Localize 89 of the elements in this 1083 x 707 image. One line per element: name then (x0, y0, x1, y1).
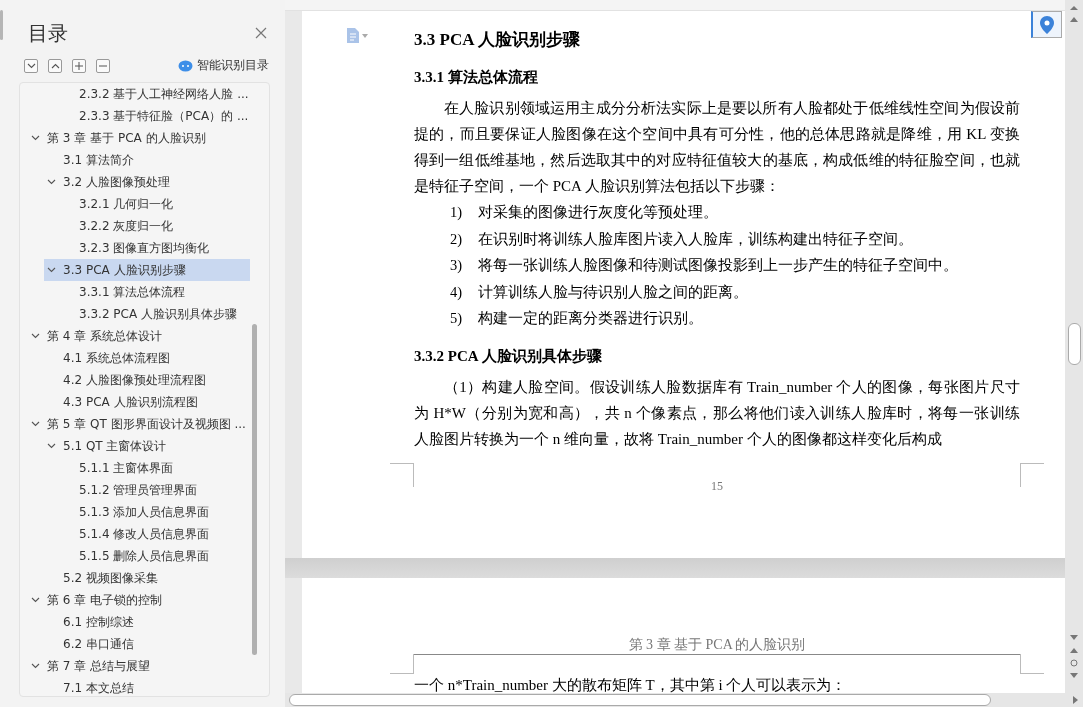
vertical-scrollbar[interactable] (1065, 0, 1083, 693)
chevron-down-icon (31, 663, 40, 669)
toc-item[interactable]: 5.1.4 修改人员信息界面 (60, 523, 250, 545)
smart-toc-button[interactable]: 智能识别目录 (178, 57, 269, 74)
list-item-text: 计算训练人脸与待识别人脸之间的距离。 (478, 282, 748, 302)
toc-item[interactable]: 第 5 章 QT 图形界面设计及视频图 ... (28, 413, 250, 435)
toc-item[interactable]: 3.2.2 灰度归一化 (60, 215, 250, 237)
subsection-heading: 3.3.1 算法总体流程 (414, 68, 539, 87)
collapse-all-button[interactable] (48, 58, 62, 73)
subsection-heading: 3.3.2 PCA 人脸识别具体步骤 (414, 346, 603, 366)
cloud-icon (178, 59, 193, 72)
location-button[interactable] (1031, 11, 1062, 38)
toc-item[interactable]: 5.1.3 添加人员信息界面 (60, 501, 250, 523)
toc-item[interactable]: 3.3.1 算法总体流程 (60, 281, 250, 303)
scroll-thumb[interactable] (1067, 323, 1081, 365)
add-level-button[interactable] (72, 58, 86, 73)
scroll-top-icon[interactable] (1070, 4, 1078, 10)
list-number: 5) (450, 309, 464, 328)
list-number: 3) (450, 256, 464, 275)
scroll-up-icon[interactable] (1070, 16, 1078, 22)
toc-item[interactable]: 3.2 人脸图像预处理 (44, 171, 250, 193)
toc-item[interactable]: 第 7 章 总结与展望 (28, 655, 250, 677)
toc-item[interactable]: 5.1.2 管理员管理界面 (60, 479, 250, 501)
list-number: 2) (450, 229, 464, 249)
list-number: 1) (450, 203, 464, 222)
toc-item[interactable]: 5.1.5 删除人员信息界面 (60, 545, 250, 567)
section-heading: 3.3 PCA 人脸识别步骤 (414, 29, 581, 51)
toc-item[interactable]: 3.2.3 图像直方图均衡化 (60, 237, 250, 259)
chevron-down-icon (26, 62, 36, 69)
document-menu-button[interactable] (347, 28, 368, 43)
list-item-text: 在识别时将训练人脸库图片读入人脸库，训练构建出特征子空间。 (478, 229, 913, 249)
horizontal-scrollbar[interactable] (285, 693, 1083, 707)
toc-item[interactable]: 5.1 QT 主窗体设计 (44, 435, 250, 457)
scroll-thumb[interactable] (0, 10, 3, 40)
document-icon (347, 28, 359, 43)
crop-mark (1020, 654, 1044, 674)
toc-item[interactable]: 5.1.1 主窗体界面 (60, 457, 250, 479)
toc-item[interactable]: 6.2 串口通信 (44, 633, 250, 655)
scroll-thumb[interactable] (289, 694, 991, 706)
toc-item[interactable]: 7.1 本文总结 (44, 677, 250, 696)
toc-item[interactable]: 3.1 算法简介 (44, 149, 250, 171)
scroll-right-icon[interactable] (1073, 696, 1079, 704)
list-number: 4) (450, 282, 464, 302)
toc-item[interactable]: 2.3.2 基于人工神经网络人脸 ... (60, 83, 250, 105)
chevron-down-icon (47, 443, 56, 449)
body-paragraph: 在人脸识别领域运用主成分分析法实际上是要以所有人脸都处于低维线性空间为假设前提的，而且要保证人脸图像在这个空间中具有可分性，他的总体思路就是降维，用 KL 变换得到一组低维基地，然后选取其中的对应特征值较大的基底，构成低维的特征脸空间，也就是特征子空间，一个 PCA 人脸识别算法包括以下步骤： (414, 99, 1020, 196)
chevron-up-icon (50, 62, 60, 69)
scroll-thumb[interactable] (252, 324, 257, 655)
toc-item[interactable]: 4.2 人脸图像预处理流程图 (44, 369, 250, 391)
toc-item[interactable]: 第 3 章 基于 PCA 的人脸识别 (28, 127, 250, 149)
page-number: 15 (710, 478, 724, 494)
crop-mark (390, 463, 414, 487)
next-page-icon[interactable] (1070, 673, 1078, 679)
body-paragraph: （1）构建人脸空间。假设训练人脸数据库有 Train_number 个人的图像，每张图片尺寸为 H*W（分别为宽和高），共 n 个像素点，那么将他们读入训练人脸库时，将每一张训练人脸图片转换为一个 n 维向量，故将 Train_number 个人的图像都这样变化后构成 (414, 377, 1020, 449)
list-item-text: 构建一定的距离分类器进行识别。 (478, 309, 703, 328)
toc-item[interactable]: 第 6 章 电子锁的控制 (28, 589, 250, 611)
toc-item[interactable]: 5.2 视频图像采集 (44, 567, 250, 589)
body-paragraph: 一个 n*Train_number 大的散布矩阵 T，其中第 i 个人可以表示为： (414, 676, 848, 693)
chevron-down-icon (31, 597, 40, 603)
toc-item[interactable]: 3.3.2 PCA 人脸识别具体步骤 (60, 303, 250, 325)
chevron-down-icon (31, 421, 40, 427)
scroll-down-icon[interactable] (1070, 635, 1078, 641)
toc-item[interactable]: 4.3 PCA 人脸识别流程图 (44, 391, 250, 413)
panel-title: 目录 (28, 20, 68, 47)
select-browse-button[interactable] (1070, 659, 1078, 667)
close-icon (255, 26, 267, 39)
remove-level-button[interactable] (96, 58, 110, 73)
pin-icon (1040, 15, 1054, 34)
chevron-down-icon (47, 179, 56, 185)
toc-item[interactable]: 6.1 控制综述 (44, 611, 250, 633)
chevron-down-icon (47, 267, 56, 273)
page-header: 第 3 章 基于 PCA 的人脸识别 (627, 636, 807, 654)
chevron-down-icon (31, 333, 40, 339)
toc-item[interactable]: 2.3.3 基于特征脸（PCA）的 ... (60, 105, 250, 127)
toc-item[interactable]: 第 4 章 系统总体设计 (28, 325, 250, 347)
chevron-down-icon (31, 135, 40, 141)
circle-icon (1070, 659, 1078, 667)
crop-mark (390, 654, 414, 674)
toc-item[interactable]: 4.1 系统总体流程图 (44, 347, 250, 369)
caret-icon (362, 33, 368, 38)
crop-mark (1020, 463, 1044, 487)
expand-all-button[interactable] (24, 58, 38, 73)
list-item-text: 将每一张训练人脸图像和待测试图像投影到上一步产生的特征子空间中。 (478, 256, 958, 275)
plus-icon (75, 61, 83, 70)
list-item-text: 对采集的图像进行灰度化等预处理。 (478, 203, 718, 222)
toc-item[interactable]: 3.3 PCA 人脸识别步骤 (44, 259, 250, 281)
toc-item[interactable]: 3.2.1 几何归一化 (60, 193, 250, 215)
previous-page-icon[interactable] (1070, 647, 1078, 653)
close-button[interactable] (255, 26, 269, 41)
